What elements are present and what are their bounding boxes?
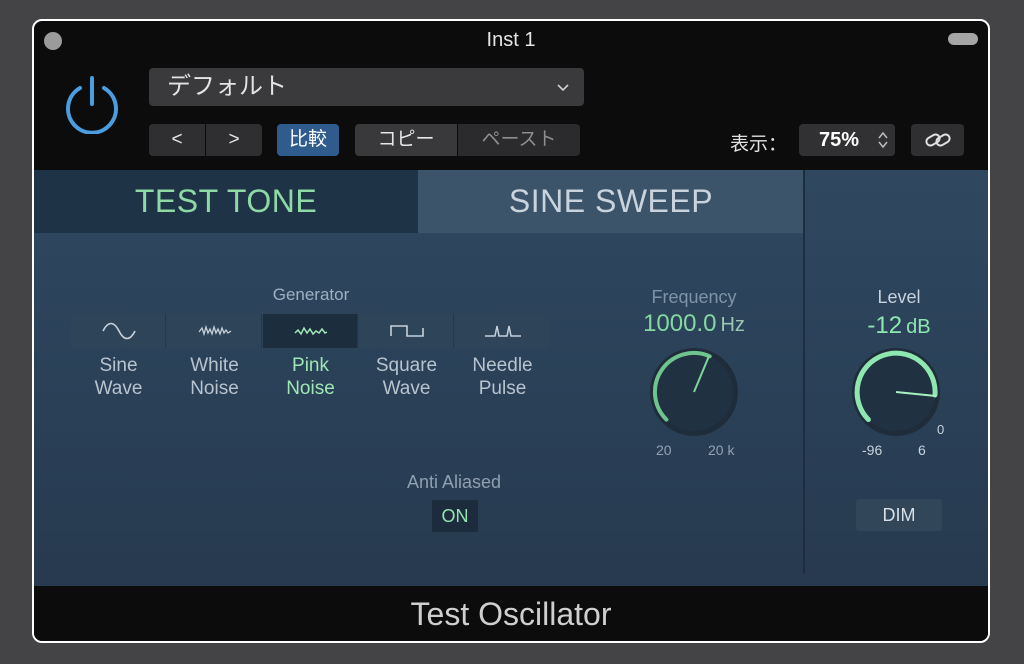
pink-noise-label-line2: Noise bbox=[286, 378, 335, 399]
pink-noise-label-line1: Pink bbox=[292, 355, 329, 376]
white-noise-label-line2: Noise bbox=[190, 378, 239, 399]
white-noise-label-line1: White bbox=[190, 355, 239, 376]
previous-preset-button[interactable]: < bbox=[149, 124, 205, 156]
sine-wave-label-line2: Wave bbox=[94, 378, 143, 399]
frequency-value-display[interactable]: 1000.0 Hz bbox=[614, 310, 774, 338]
copy-button[interactable]: コピー bbox=[355, 124, 457, 156]
footer-bar: Test Oscillator bbox=[34, 586, 988, 641]
next-preset-button[interactable]: > bbox=[206, 124, 262, 156]
compare-button[interactable]: 比較 bbox=[277, 124, 339, 156]
generator-option-label: Sine Wave bbox=[71, 354, 166, 400]
square-wave-label-line1: Square bbox=[375, 355, 438, 376]
section-divider bbox=[803, 170, 805, 574]
pink-noise-icon bbox=[294, 326, 328, 336]
tab-sine-sweep[interactable]: SINE SWEEP bbox=[418, 170, 804, 233]
frequency-unit: Hz bbox=[720, 314, 745, 336]
level-max-label: 6 bbox=[918, 442, 926, 458]
sine-wave-label-line1: Sine bbox=[99, 355, 138, 376]
paste-button[interactable]: ペースト bbox=[458, 124, 580, 156]
frequency-min-label: 20 bbox=[656, 442, 672, 458]
square-wave-label-line2: Wave bbox=[382, 378, 431, 399]
anti-aliased-toggle[interactable]: ON bbox=[432, 500, 478, 532]
level-value: -12 bbox=[867, 312, 903, 339]
generator-option-label: Square Wave bbox=[359, 354, 454, 400]
level-value-display[interactable]: -12 dB bbox=[834, 312, 964, 340]
needle-pulse-icon bbox=[485, 325, 521, 337]
generator-white-noise-button[interactable] bbox=[167, 314, 262, 348]
white-noise-icon bbox=[198, 324, 232, 337]
frequency-value: 1000.0 bbox=[643, 310, 717, 337]
generator-needle-pulse-button[interactable] bbox=[455, 314, 550, 348]
window-resize-button[interactable] bbox=[948, 33, 978, 45]
link-icon bbox=[925, 133, 951, 147]
generator-square-wave-button[interactable] bbox=[359, 314, 454, 348]
sine-wave-icon bbox=[102, 322, 136, 340]
up-down-arrows-icon bbox=[878, 131, 888, 149]
frequency-knob[interactable] bbox=[644, 342, 744, 442]
level-zero-mark: 0 bbox=[937, 422, 945, 437]
generator-label: Generator bbox=[272, 285, 350, 304]
generator-pink-noise-button[interactable] bbox=[263, 314, 358, 348]
power-icon[interactable] bbox=[62, 74, 122, 134]
level-min-label: -96 bbox=[862, 442, 883, 458]
window-title: Inst 1 bbox=[486, 29, 536, 51]
square-wave-icon bbox=[390, 325, 424, 337]
plugin-name: Test Oscillator bbox=[410, 596, 612, 632]
generator-selector bbox=[71, 314, 552, 348]
zoom-select[interactable]: 75% bbox=[799, 124, 895, 156]
plugin-window: Inst 1 デフォルト < > 比較 コピー ペースト 表示： 75% TES… bbox=[32, 19, 990, 643]
frequency-label: Frequency bbox=[651, 287, 737, 307]
generator-option-label: Needle Pulse bbox=[455, 354, 550, 400]
chevron-down-icon bbox=[557, 84, 569, 92]
level-unit: dB bbox=[906, 316, 931, 338]
tab-test-tone[interactable]: TEST TONE bbox=[34, 170, 418, 233]
view-label: 表示： bbox=[730, 134, 788, 155]
link-button[interactable] bbox=[911, 124, 964, 156]
plugin-panel: TEST TONE SINE SWEEP Generator Sine Wave… bbox=[34, 170, 988, 586]
generator-option-label: White Noise bbox=[167, 354, 262, 400]
level-knob[interactable] bbox=[846, 342, 946, 442]
generator-sine-wave-button[interactable] bbox=[71, 314, 166, 348]
generator-option-label: Pink Noise bbox=[263, 354, 358, 400]
anti-aliased-label: Anti Aliased bbox=[406, 472, 502, 492]
dim-button[interactable]: DIM bbox=[856, 499, 942, 531]
preset-dropdown[interactable]: デフォルト bbox=[149, 68, 584, 106]
frequency-max-label: 20 k bbox=[708, 442, 735, 458]
level-label: Level bbox=[877, 287, 921, 307]
needle-pulse-label-line1: Needle bbox=[472, 355, 533, 376]
needle-pulse-label-line2: Pulse bbox=[478, 378, 527, 399]
zoom-value: 75% bbox=[819, 129, 860, 151]
preset-name: デフォルト bbox=[167, 73, 287, 100]
